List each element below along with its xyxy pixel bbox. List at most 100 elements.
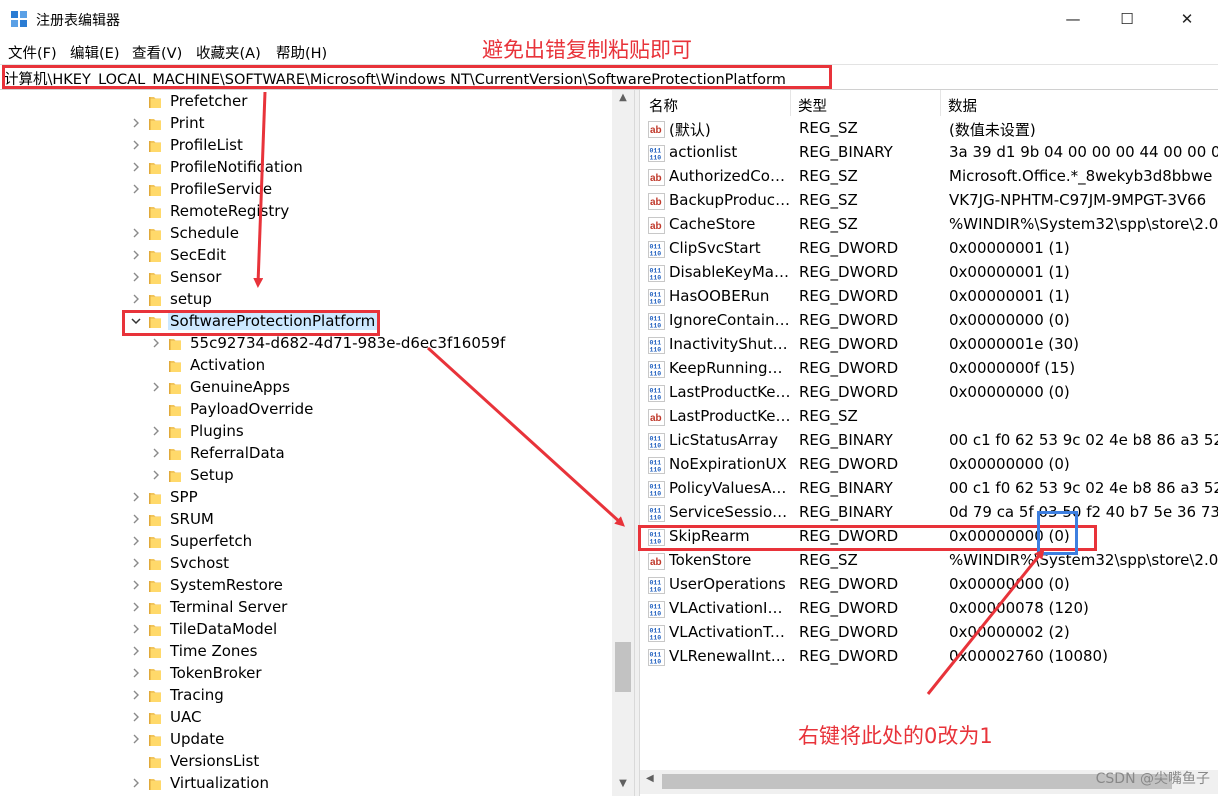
tree-item[interactable]: TokenBroker: [0, 663, 612, 685]
collapsed-chevron-icon[interactable]: [150, 469, 162, 481]
values-list[interactable]: 名称 类型 数据 ab (默认) REG_SZ (数值未设置) 011 110 action…: [640, 90, 1218, 796]
tree-item[interactable]: Tracing: [0, 685, 612, 707]
value-name: CacheStore: [669, 215, 756, 233]
menu-favorites[interactable]: 收藏夹(A): [196, 42, 261, 63]
collapsed-chevron-icon[interactable]: [130, 623, 142, 635]
collapsed-chevron-icon[interactable]: [130, 117, 142, 129]
tree-item[interactable]: RemoteRegistry: [0, 201, 612, 223]
value-row[interactable]: 011 110 VLActivationType REG_DWORD 0x0000000…: [640, 621, 1218, 645]
value-row[interactable]: 011 110 HasOOBERun REG_DWORD 0x00000001 (1): [640, 285, 1218, 309]
menu-view[interactable]: 查看(V): [132, 42, 182, 63]
value-row[interactable]: 011110VLRenewalIntervalREG_DWORD0x000027…: [640, 645, 1218, 669]
value-row[interactable]: ab TokenStore REG_SZ %WINDIR%\System32\spp\…: [640, 549, 1218, 573]
tree-item[interactable]: setup: [0, 289, 612, 311]
tree-item[interactable]: Time Zones: [0, 641, 612, 663]
menu-edit[interactable]: 编辑(E): [70, 42, 119, 63]
tree-item[interactable]: Svchost: [0, 553, 612, 575]
column-data-header[interactable]: 数据: [948, 90, 977, 116]
collapsed-chevron-icon[interactable]: [130, 249, 142, 261]
collapsed-chevron-icon[interactable]: [130, 601, 142, 613]
column-divider[interactable]: [940, 90, 941, 116]
tree-item[interactable]: 55c92734-d682-4d71-983e-d6ec3f16059f: [0, 333, 612, 355]
collapsed-chevron-icon[interactable]: [130, 139, 142, 151]
column-name-header[interactable]: 名称: [649, 90, 678, 116]
tree-item[interactable]: Sensor: [0, 267, 612, 289]
column-type-header[interactable]: 类型: [798, 90, 827, 116]
collapsed-chevron-icon[interactable]: [130, 733, 142, 745]
tree-scrollbar[interactable]: ▲ ▼: [612, 90, 634, 796]
tree-item[interactable]: PayloadOverride: [0, 399, 612, 421]
tree-item[interactable]: ProfileNotification: [0, 157, 612, 179]
value-row[interactable]: 011110KeepRunningThresholdMinsREG_DWORD0…: [640, 357, 1218, 381]
collapsed-chevron-icon[interactable]: [150, 425, 162, 437]
value-row[interactable]: 011110VLActivationIntervalREG_DWORD0x000…: [640, 597, 1218, 621]
tree-item[interactable]: GenuineApps: [0, 377, 612, 399]
collapsed-chevron-icon[interactable]: [130, 689, 142, 701]
collapsed-chevron-icon[interactable]: [130, 535, 142, 547]
value-row[interactable]: 011 110 NoExpirationUX REG_DWORD 0x00000000 …: [640, 453, 1218, 477]
tree-item[interactable]: Activation: [0, 355, 612, 377]
collapsed-chevron-icon[interactable]: [130, 667, 142, 679]
collapsed-chevron-icon[interactable]: [130, 293, 142, 305]
value-row[interactable]: 011 110 UserOperations REG_DWORD 0x00000000 …: [640, 573, 1218, 597]
value-row[interactable]: ab BackupProductKeyDefault REG_SZ VK7JG-NPH…: [640, 189, 1218, 213]
collapsed-chevron-icon[interactable]: [130, 227, 142, 239]
tree-item[interactable]: SystemRestore: [0, 575, 612, 597]
value-row[interactable]: 011 110 ClipSvcStart REG_DWORD 0x00000001 (1…: [640, 237, 1218, 261]
value-row[interactable]: ab CacheStore REG_SZ %WINDIR%\System32\spp\…: [640, 213, 1218, 237]
tree-item[interactable]: Schedule: [0, 223, 612, 245]
value-row[interactable]: ab LastProductKeyRefreshTime REG_SZ: [640, 405, 1218, 429]
tree-item[interactable]: Setup: [0, 465, 612, 487]
column-divider[interactable]: [790, 90, 791, 116]
tree-item[interactable]: SecEdit: [0, 245, 612, 267]
tree-item[interactable]: UAC: [0, 707, 612, 729]
maximize-button[interactable]: ☐: [1100, 0, 1154, 38]
close-button[interactable]: ✕: [1160, 0, 1214, 38]
value-row[interactable]: ab AuthorizedContainers REG_SZ Microsoft.Of…: [640, 165, 1218, 189]
tree-item[interactable]: TileDataModel: [0, 619, 612, 641]
tree-item[interactable]: SRUM: [0, 509, 612, 531]
scroll-thumb[interactable]: [615, 642, 631, 692]
tree-item[interactable]: Prefetcher: [0, 91, 612, 113]
scroll-up-icon[interactable]: ▲: [612, 92, 634, 103]
tree-item[interactable]: Plugins: [0, 421, 612, 443]
scroll-left-icon[interactable]: ◀: [646, 773, 654, 784]
value-row[interactable]: 011 110 actionlist REG_BINARY 3a 39 d1 9b 04…: [640, 141, 1218, 165]
collapsed-chevron-icon[interactable]: [130, 513, 142, 525]
tree-item[interactable]: ReferralData: [0, 443, 612, 465]
collapsed-chevron-icon[interactable]: [130, 183, 142, 195]
menu-help[interactable]: 帮助(H): [276, 42, 327, 63]
collapsed-chevron-icon[interactable]: [150, 447, 162, 459]
tree-item[interactable]: Superfetch: [0, 531, 612, 553]
collapsed-chevron-icon[interactable]: [130, 271, 142, 283]
key-tree[interactable]: Prefetcher Print ProfileList ProfileNotific…: [0, 90, 634, 796]
collapsed-chevron-icon[interactable]: [130, 557, 142, 569]
collapsed-chevron-icon[interactable]: [130, 491, 142, 503]
value-row[interactable]: 011110DisableKeyManagementServiceHostCac…: [640, 261, 1218, 285]
collapsed-chevron-icon[interactable]: [130, 711, 142, 723]
value-row[interactable]: 011 110 ServiceSessionId REG_BINARY 0d 79 ca…: [640, 501, 1218, 525]
collapsed-chevron-icon[interactable]: [130, 161, 142, 173]
collapsed-chevron-icon[interactable]: [130, 579, 142, 591]
value-row[interactable]: 011 110 LicStatusArray REG_BINARY 00 c1 f0 6…: [640, 429, 1218, 453]
tree-item[interactable]: Terminal Server: [0, 597, 612, 619]
minimize-button[interactable]: —: [1046, 0, 1100, 38]
tree-item[interactable]: VersionsList: [0, 751, 612, 773]
value-row[interactable]: 011110LastProductKeyRefreshREG_DWORD0x00…: [640, 381, 1218, 405]
value-row[interactable]: 011110IgnoreContainerOriginREG_DWORD0x00…: [640, 309, 1218, 333]
tree-item[interactable]: SPP: [0, 487, 612, 509]
collapsed-chevron-icon[interactable]: [130, 777, 142, 789]
tree-item[interactable]: Print: [0, 113, 612, 135]
value-row[interactable]: ab (默认) REG_SZ (数值未设置): [640, 117, 1218, 141]
tree-item[interactable]: ProfileService: [0, 179, 612, 201]
menu-file[interactable]: 文件(F): [8, 42, 57, 63]
collapsed-chevron-icon[interactable]: [150, 381, 162, 393]
tree-item[interactable]: Virtualization: [0, 773, 612, 795]
collapsed-chevron-icon[interactable]: [150, 337, 162, 349]
collapsed-chevron-icon[interactable]: [130, 645, 142, 657]
scroll-down-icon[interactable]: ▼: [612, 778, 634, 789]
tree-item[interactable]: ProfileList: [0, 135, 612, 157]
tree-item[interactable]: Update: [0, 729, 612, 751]
value-row[interactable]: 011 110 PolicyValuesArray REG_BINARY 00 c1 f…: [640, 477, 1218, 501]
value-row[interactable]: 011110InactivityShutdownDelayREG_DWORD0x…: [640, 333, 1218, 357]
